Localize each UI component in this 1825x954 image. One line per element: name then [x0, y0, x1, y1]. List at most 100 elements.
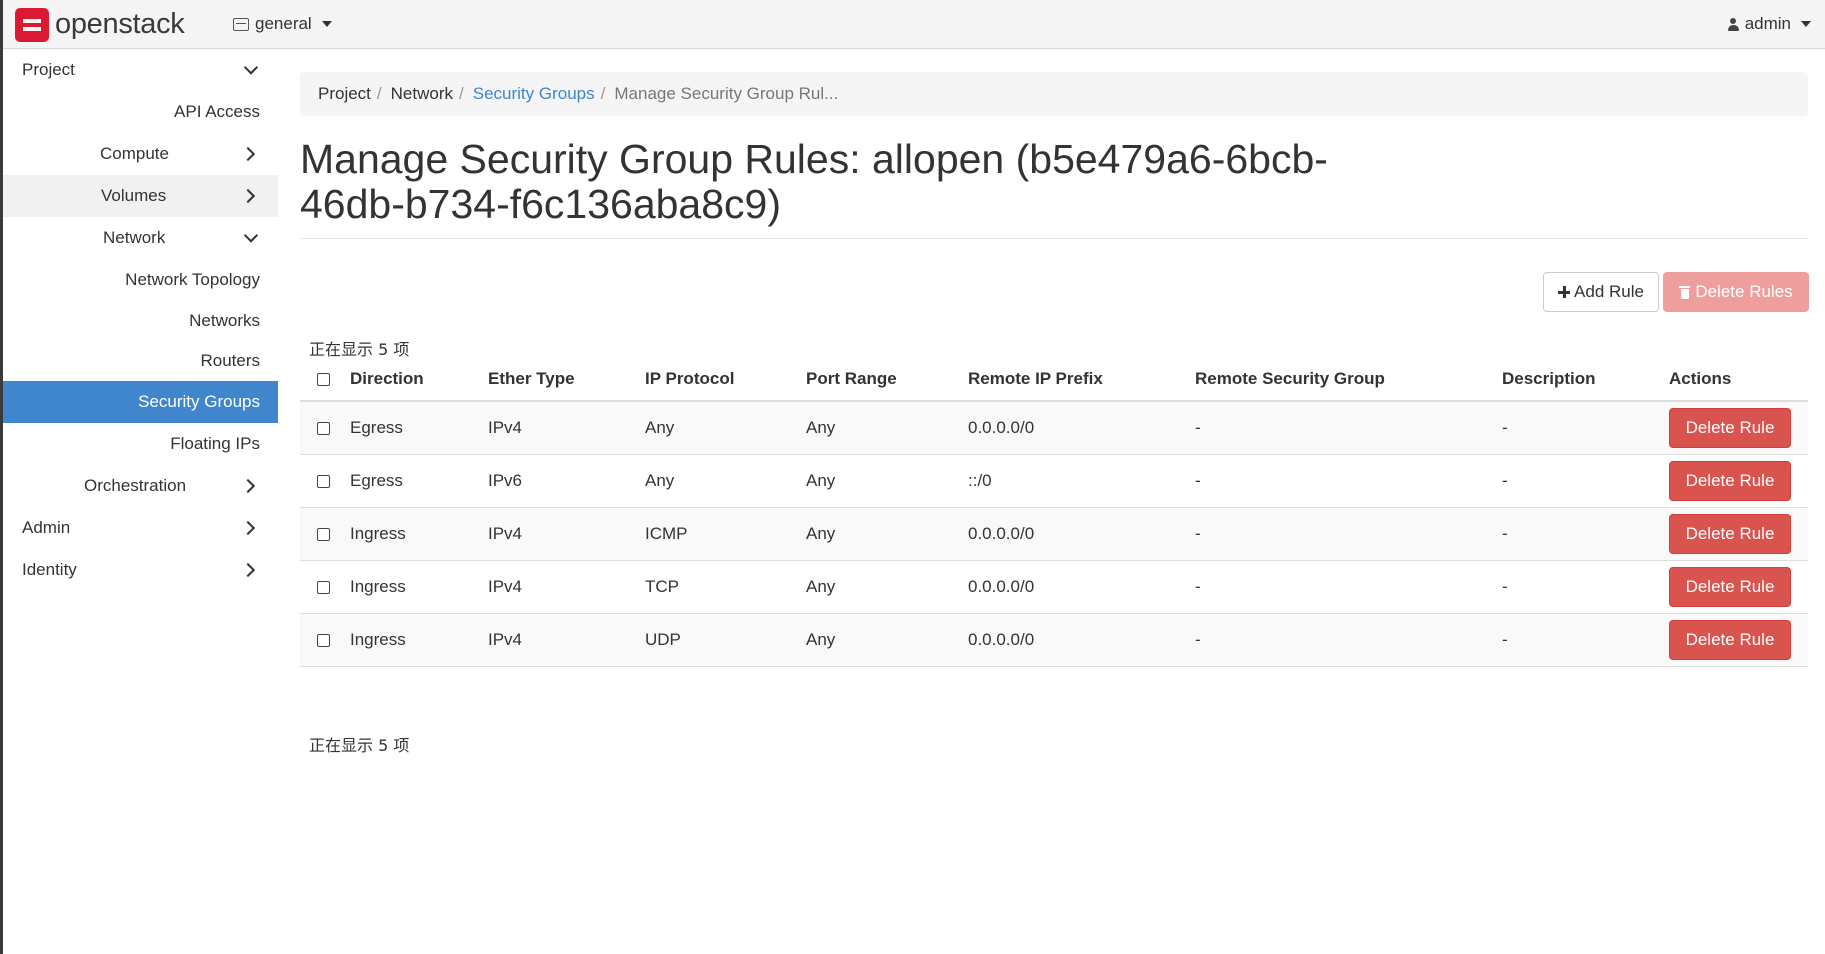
sidebar-item-routers[interactable]: Routers [3, 341, 278, 381]
cell-remote-ip-prefix: 0.0.0.0/0 [968, 401, 1195, 455]
delete-rule-button[interactable]: Delete Rule [1669, 619, 1791, 660]
cell-ip-protocol: TCP [645, 560, 806, 614]
sidebar-item-networks[interactable]: Networks [3, 301, 278, 341]
cell-ether-type: IPv4 [488, 401, 645, 455]
cell-description: - [1502, 613, 1669, 667]
brand-logo[interactable]: openstack [15, 6, 185, 43]
delete-rule-button[interactable]: Delete Rule [1669, 407, 1791, 448]
top-navbar: openstack general admin [3, 0, 1825, 49]
sidebar-item-label: Volumes [101, 186, 167, 205]
server-icon [233, 17, 249, 31]
cell-remote-security-group: - [1195, 613, 1502, 667]
row-checkbox[interactable] [317, 580, 330, 594]
cell-actions: Delete Rule [1669, 613, 1808, 667]
cell-actions: Delete Rule [1669, 454, 1808, 508]
rules-table: Direction Ether Type IP Protocol Port Ra… [300, 358, 1808, 667]
row-checkbox[interactable] [317, 633, 330, 647]
chevron-right-icon [240, 478, 256, 494]
trash-icon [1679, 285, 1691, 299]
project-name: general [255, 14, 312, 33]
cell-ip-protocol: Any [645, 401, 806, 455]
breadcrumb-security-groups-link[interactable]: Security Groups [473, 84, 595, 104]
column-header-port-range[interactable]: Port Range [806, 358, 968, 402]
sidebar-item-label: Security Groups [138, 392, 260, 411]
cell-remote-security-group: - [1195, 401, 1502, 455]
cell-description: - [1502, 401, 1669, 455]
openstack-logo-icon [15, 7, 49, 42]
cell-actions: Delete Rule [1669, 507, 1808, 561]
caret-down-icon [321, 21, 332, 27]
sidebar-item-network-topology[interactable]: Network Topology [3, 259, 278, 301]
delete-rule-button[interactable]: Delete Rule [1669, 460, 1791, 501]
user-icon [1727, 17, 1739, 31]
table-row: Ingress IPv4 UDP Any 0.0.0.0/0 - - Delet… [300, 613, 1808, 667]
chevron-right-icon [240, 188, 256, 204]
cell-remote-ip-prefix: ::/0 [968, 454, 1195, 508]
sidebar-item-label: Orchestration [84, 476, 187, 495]
sidebar-item-api-access[interactable]: API Access [3, 91, 278, 133]
add-rule-label: Add Rule [1574, 282, 1644, 301]
cell-remote-ip-prefix: 0.0.0.0/0 [968, 507, 1195, 561]
cell-ether-type: IPv4 [488, 560, 645, 614]
sidebar-item-label: Compute [100, 144, 169, 163]
sidebar-item-floating-ips[interactable]: Floating IPs [3, 423, 278, 465]
cell-remote-ip-prefix: 0.0.0.0/0 [968, 613, 1195, 667]
column-header-direction[interactable]: Direction [350, 358, 488, 402]
column-header-ip-protocol[interactable]: IP Protocol [645, 358, 806, 402]
table-row: Ingress IPv4 ICMP Any 0.0.0.0/0 - - Dele… [300, 507, 1808, 561]
row-select-cell [300, 507, 350, 561]
sidebar-item-label: Network Topology [125, 270, 260, 289]
chevron-right-icon [240, 562, 256, 578]
cell-direction: Ingress [350, 613, 488, 667]
row-select-cell [300, 454, 350, 508]
column-header-description[interactable]: Description [1502, 358, 1669, 402]
sidebar-item-admin[interactable]: Admin [3, 507, 278, 549]
add-rule-button[interactable]: Add Rule [1543, 272, 1659, 312]
cell-direction: Ingress [350, 507, 488, 561]
row-checkbox[interactable] [317, 421, 330, 435]
cell-port-range: Any [806, 401, 968, 455]
sidebar-item-identity[interactable]: Identity [3, 549, 278, 591]
sidebar-item-compute[interactable]: Compute [3, 133, 278, 175]
brand-name: openstack [55, 8, 185, 40]
item-count-bottom: 正在显示 5 项 [309, 736, 410, 755]
title-divider [300, 238, 1808, 239]
select-all-checkbox[interactable] [317, 373, 330, 387]
sidebar-item-label: API Access [174, 102, 260, 121]
row-select-cell [300, 560, 350, 614]
sidebar-item-label: Networks [189, 311, 260, 330]
table-row: Egress IPv4 Any Any 0.0.0.0/0 - - Delete… [300, 401, 1808, 455]
delete-rule-button[interactable]: Delete Rule [1669, 566, 1791, 607]
cell-ether-type: IPv4 [488, 613, 645, 667]
sidebar-item-project[interactable]: Project [3, 49, 278, 91]
column-header-ether-type[interactable]: Ether Type [488, 358, 645, 402]
sidebar: Project API Access Compute Volumes Netwo… [3, 49, 278, 954]
row-checkbox[interactable] [317, 474, 330, 488]
breadcrumb-project: Project [318, 84, 371, 103]
sidebar-item-volumes[interactable]: Volumes [3, 175, 278, 217]
cell-remote-security-group: - [1195, 560, 1502, 614]
cell-remote-security-group: - [1195, 454, 1502, 508]
project-switcher[interactable]: general [233, 14, 332, 34]
sidebar-item-label: Network [103, 228, 166, 247]
column-header-remote-security-group[interactable]: Remote Security Group [1195, 358, 1502, 402]
breadcrumb: Project / Network / Security Groups / Ma… [300, 72, 1808, 116]
delete-rule-button[interactable]: Delete Rule [1669, 513, 1791, 554]
cell-port-range: Any [806, 507, 968, 561]
row-checkbox[interactable] [317, 527, 330, 541]
sidebar-item-network[interactable]: Network [3, 217, 278, 259]
cell-remote-ip-prefix: 0.0.0.0/0 [968, 560, 1195, 614]
cell-actions: Delete Rule [1669, 560, 1808, 614]
breadcrumb-separator: / [600, 84, 606, 103]
sidebar-item-orchestration[interactable]: Orchestration [3, 465, 278, 507]
column-header-remote-ip-prefix[interactable]: Remote IP Prefix [968, 358, 1195, 402]
sidebar-item-label: Routers [200, 351, 260, 370]
delete-rules-button[interactable]: Delete Rules [1663, 272, 1809, 312]
user-menu[interactable]: admin [1727, 14, 1811, 34]
item-count-top: 正在显示 5 项 [309, 340, 410, 359]
chevron-down-icon [243, 228, 259, 243]
sidebar-item-label: Identity [22, 560, 77, 579]
chevron-right-icon [240, 146, 256, 162]
row-select-cell [300, 401, 350, 455]
sidebar-item-security-groups[interactable]: Security Groups [3, 381, 278, 423]
